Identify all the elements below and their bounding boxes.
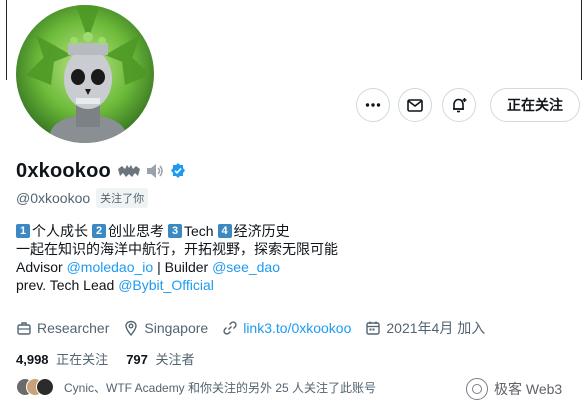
more-icon [365,103,381,107]
following-number: 4,998 [16,352,49,367]
bio-text: prev. Tech Lead [16,277,119,293]
handle-row: @0xkookoo 关注了你 [16,188,149,208]
bio: 1 个人成长 2 创业思考 3 Tech 4 经济历史 一起在知识的海洋中航行，… [16,222,576,294]
keycap-2-icon: 2 [92,224,106,238]
bio-topic: 个人成长 [32,223,88,239]
following-count[interactable]: 4,998 正在关注 [16,349,108,368]
bio-text: Advisor [16,259,67,275]
bat-emoji-icon [118,165,140,177]
notify-button[interactable] [442,88,476,122]
followers-label: 关注者 [155,352,195,367]
meta-website[interactable]: link3.to/0xkookoo [222,320,351,336]
followers-count[interactable]: 797 关注者 [126,349,194,368]
bio-line-2: 一起在知识的海洋中航行，开拓视野，探索无限可能 [16,241,338,257]
profile-avatar[interactable] [13,2,157,146]
bio-line-4: prev. Tech Lead @Bybit_Official [16,276,576,294]
keycap-4-icon: 4 [217,224,232,238]
calendar-icon [366,321,381,335]
window-edge-right [581,0,582,80]
profile-meta: Researcher Singapore link3.to/0xkookoo 2… [16,318,499,338]
bio-line-3: Advisor @moledao_io | Builder @see_dao [16,258,576,276]
mention-link[interactable]: @see_dao [212,258,280,276]
avatar [36,378,54,396]
handle: @0xkookoo [16,190,91,206]
job-text: Researcher [37,320,110,336]
website-link[interactable]: link3.to/0xkookoo [243,320,351,336]
joined-text: 2021年4月 加入 [386,320,486,336]
location-text: Singapore [144,320,209,336]
bio-topic: Tech [184,223,214,239]
speaker-emoji-icon [147,164,163,178]
bio-text: | Builder [153,259,213,275]
more-button[interactable] [356,88,390,122]
followed-by-text: Cynic、WTF Academy 和你关注的另外 25 人关注了此账号 [64,380,377,395]
keycap-3-icon: 3 [168,224,182,238]
follower-avatars [16,378,54,396]
followers-number: 797 [126,352,148,367]
mention-link[interactable]: @moledao_io [67,258,154,276]
location-pin-icon [125,320,138,336]
notification-bell-icon [453,98,467,113]
following-button[interactable]: 正在关注 [490,88,580,122]
follow-counts: 4,998 正在关注 797 关注者 [16,349,213,368]
keycap-1-icon: 1 [16,224,30,238]
followed-by-row[interactable]: Cynic、WTF Academy 和你关注的另外 25 人关注了此账号 [16,378,376,396]
bio-topic: 经济历史 [233,223,290,239]
wechat-logo-icon [466,378,488,400]
watermark-text: 极客 Web3 [494,381,563,397]
meta-location: Singapore [123,320,208,336]
bio-topic: 创业思考 [108,223,164,239]
mention-link[interactable]: @Bybit_Official [118,276,214,294]
bio-topics: 1 个人成长 2 创业思考 3 Tech 4 经济历史 [16,222,576,240]
meta-joined: 2021年4月 加入 [365,318,485,338]
avatar-artwork [26,5,150,143]
name-extras [117,162,187,180]
display-name: 0xkookoo [16,160,111,182]
link-icon [223,321,237,335]
briefcase-icon [17,322,31,335]
verified-badge-icon[interactable] [169,162,187,180]
meta-job: Researcher [16,320,109,336]
message-icon [407,99,423,112]
message-button[interactable] [398,88,432,122]
following-label: 正在关注 [56,352,109,367]
watermark: 极客 Web3 [466,378,562,400]
window-edge-left [6,0,7,80]
follows-you-badge: 关注了你 [96,188,149,208]
